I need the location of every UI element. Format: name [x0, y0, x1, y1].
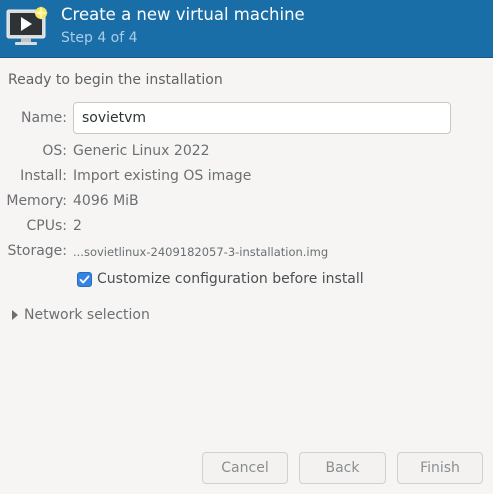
- cancel-button[interactable]: Cancel: [202, 452, 288, 484]
- wizard-step-indicator: Step 4 of 4: [61, 30, 138, 46]
- storage-value: ...sovietlinux-2409182057-3-installation…: [73, 245, 329, 259]
- customize-checkbox-row[interactable]: Customize configuration before install: [77, 270, 364, 288]
- os-value: Generic Linux 2022: [73, 143, 210, 159]
- memory-value: 4096 MiB: [73, 193, 139, 209]
- storage-label: Storage:: [7, 243, 68, 259]
- customize-checkbox-label[interactable]: Customize configuration before install: [97, 271, 364, 287]
- install-value: Import existing OS image: [73, 168, 252, 184]
- chevron-right-icon: [12, 310, 18, 320]
- wizard-header: Create a new virtual machine Step 4 of 4: [0, 0, 493, 58]
- cpus-value: 2: [73, 218, 82, 234]
- checkmark-icon: [79, 275, 90, 283]
- ready-message: Ready to begin the installation: [8, 72, 223, 88]
- os-label: OS:: [42, 143, 67, 159]
- customize-checkbox[interactable]: [77, 271, 92, 287]
- vm-name-input[interactable]: [73, 102, 451, 134]
- install-label: Install:: [20, 168, 67, 184]
- name-label: Name:: [20, 110, 67, 126]
- monitor-play-icon: [6, 6, 48, 45]
- wizard-title: Create a new virtual machine: [61, 5, 305, 24]
- back-button[interactable]: Back: [299, 452, 386, 484]
- cpus-label: CPUs:: [26, 218, 67, 234]
- memory-label: Memory:: [6, 193, 67, 209]
- network-selection-label[interactable]: Network selection: [24, 307, 150, 323]
- finish-button[interactable]: Finish: [397, 452, 483, 484]
- network-selection-expander[interactable]: Network selection: [12, 306, 150, 324]
